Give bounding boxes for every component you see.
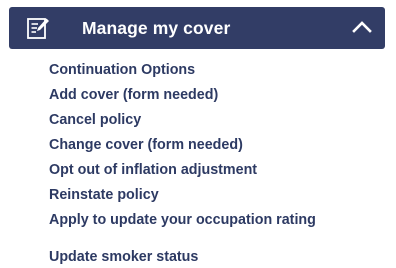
chevron-up-icon[interactable] xyxy=(352,20,372,34)
list-item: Reinstate policy xyxy=(49,188,159,202)
list-item: Cancel policy xyxy=(49,113,141,127)
list-item: Apply to update your occupation rating xyxy=(49,213,349,227)
update-smoker-status-link[interactable]: Update smoker status xyxy=(49,250,198,264)
add-cover-link[interactable]: Add cover (form needed) xyxy=(49,88,218,102)
opt-out-inflation-link[interactable]: Opt out of inflation adjustment xyxy=(49,163,257,177)
list-item: Add cover (form needed) xyxy=(49,88,218,102)
list-item: Continuation Options xyxy=(49,63,195,77)
manage-cover-accordion-header[interactable]: Manage my cover xyxy=(9,7,385,49)
reinstate-policy-link[interactable]: Reinstate policy xyxy=(49,188,159,202)
change-cover-link[interactable]: Change cover (form needed) xyxy=(49,138,243,152)
list-item: Opt out of inflation adjustment xyxy=(49,163,257,177)
continuation-options-link[interactable]: Continuation Options xyxy=(49,63,195,77)
update-occupation-rating-link[interactable]: Apply to update your occupation rating xyxy=(49,213,349,227)
list-item: Change cover (form needed) xyxy=(49,138,243,152)
cancel-policy-link[interactable]: Cancel policy xyxy=(49,113,141,127)
document-edit-icon xyxy=(27,18,49,39)
accordion-title: Manage my cover xyxy=(82,18,231,38)
list-item: Update smoker status xyxy=(49,250,198,264)
